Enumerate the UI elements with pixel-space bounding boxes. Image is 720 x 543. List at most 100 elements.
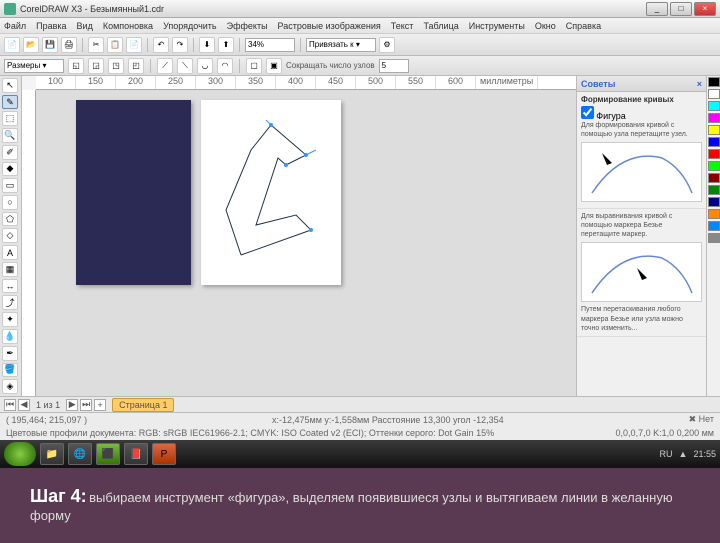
options-icon[interactable]: ⚙ (379, 37, 395, 53)
swatch[interactable] (708, 197, 720, 207)
polygon-tool-icon[interactable]: ⬠ (2, 212, 18, 227)
task-app-icon[interactable]: ⬛ (96, 443, 120, 465)
paste-icon[interactable]: 📄 (126, 37, 142, 53)
prop-icon[interactable]: ▢ (246, 58, 262, 74)
start-button[interactable] (4, 442, 36, 466)
minimize-button[interactable]: _ (646, 2, 668, 16)
swatch[interactable] (708, 161, 720, 171)
rectangle-tool-icon[interactable]: ▭ (2, 178, 18, 193)
separator (193, 38, 194, 52)
zoom-tool-icon[interactable]: 🔍 (2, 128, 18, 143)
close-button[interactable]: × (694, 2, 716, 16)
prop-icon[interactable]: ◳ (108, 58, 124, 74)
connector-tool-icon[interactable]: ⤴ (2, 295, 18, 310)
task-browser-icon[interactable]: 🌐 (68, 443, 92, 465)
task-explorer-icon[interactable]: 📁 (40, 443, 64, 465)
shape-tool-icon[interactable]: ✎ (2, 95, 18, 110)
crop-tool-icon[interactable]: ⬚ (2, 111, 18, 126)
outline-status: 0,0,0,7,0 K:1,0 0,200 мм (616, 428, 714, 438)
open-icon[interactable]: 📂 (23, 37, 39, 53)
prop-icon[interactable]: ◲ (88, 58, 104, 74)
prop-icon[interactable]: ⟋ (157, 58, 173, 74)
prop-icon[interactable]: ◠ (217, 58, 233, 74)
new-icon[interactable]: 📄 (4, 37, 20, 53)
save-icon[interactable]: 💾 (42, 37, 58, 53)
export-icon[interactable]: ⬆ (218, 37, 234, 53)
swatch[interactable] (708, 101, 720, 111)
tray-icon[interactable]: ▲ (679, 449, 688, 459)
prop-icon[interactable]: ◱ (68, 58, 84, 74)
outline-tool-icon[interactable]: ✒ (2, 346, 18, 361)
swatch[interactable] (708, 113, 720, 123)
eyedropper-tool-icon[interactable]: 💧 (2, 329, 18, 344)
task-app-icon[interactable]: 📕 (124, 443, 148, 465)
zoom-level[interactable]: 34% (245, 38, 295, 52)
pick-tool-icon[interactable]: ↖ (2, 78, 18, 93)
freehand-tool-icon[interactable]: ✐ (2, 145, 18, 160)
reduce-value[interactable]: 5 (379, 59, 409, 73)
swatch[interactable] (708, 149, 720, 159)
menu-edit[interactable]: Правка (36, 21, 66, 31)
prev-page-icon[interactable]: ◀ (18, 399, 30, 411)
add-page-icon[interactable]: + (94, 399, 106, 411)
task-ppt-icon[interactable]: P (152, 443, 176, 465)
menu-layout[interactable]: Компоновка (103, 21, 153, 31)
print-icon[interactable]: 🖨 (61, 37, 77, 53)
prop-icon[interactable]: ◰ (128, 58, 144, 74)
artboard-2[interactable] (201, 100, 341, 285)
cut-icon[interactable]: ✂ (88, 37, 104, 53)
swatch[interactable] (708, 209, 720, 219)
editable-curve[interactable] (216, 120, 326, 270)
effects-tool-icon[interactable]: ✦ (2, 312, 18, 327)
page-tab-1[interactable]: Страница 1 (112, 398, 174, 412)
swatch[interactable] (708, 185, 720, 195)
prop-icon[interactable]: ▣ (266, 58, 282, 74)
swatch[interactable] (708, 221, 720, 231)
text-tool-icon[interactable]: A (2, 245, 18, 260)
menu-help[interactable]: Справка (566, 21, 601, 31)
menu-text[interactable]: Текст (391, 21, 414, 31)
table-tool-icon[interactable]: ▦ (2, 262, 18, 277)
artboard-1[interactable] (76, 100, 191, 285)
undo-icon[interactable]: ↶ (153, 37, 169, 53)
lang-indicator[interactable]: RU (660, 449, 673, 459)
swatch[interactable] (708, 137, 720, 147)
menu-table[interactable]: Таблица (423, 21, 458, 31)
snap-dropdown[interactable]: Привязать к ▾ (306, 38, 376, 52)
fill-tool-icon[interactable]: 🪣 (2, 363, 18, 378)
menu-effects[interactable]: Эффекты (227, 21, 268, 31)
last-page-icon[interactable]: ⏭ (80, 399, 92, 411)
interactive-fill-icon[interactable]: ◈ (2, 379, 18, 394)
window-controls: _ □ × (646, 2, 716, 16)
menu-tools[interactable]: Инструменты (469, 21, 525, 31)
next-page-icon[interactable]: ▶ (66, 399, 78, 411)
swatch[interactable] (708, 125, 720, 135)
import-icon[interactable]: ⬇ (199, 37, 215, 53)
menu-window[interactable]: Окно (535, 21, 556, 31)
menu-bitmaps[interactable]: Растровые изображения (278, 21, 381, 31)
canvas[interactable] (36, 90, 576, 396)
hint-image-1 (581, 142, 702, 202)
menu-arrange[interactable]: Упорядочить (163, 21, 217, 31)
swatch-white[interactable] (708, 89, 720, 99)
docker-close-icon[interactable]: × (697, 79, 702, 89)
menu-file[interactable]: Файл (4, 21, 26, 31)
separator (239, 59, 240, 73)
prop-icon[interactable]: ◡ (197, 58, 213, 74)
swatch[interactable] (708, 173, 720, 183)
color-profile: Цветовые профили документа: RGB: sRGB IE… (6, 428, 494, 438)
copy-icon[interactable]: 📋 (107, 37, 123, 53)
ellipse-tool-icon[interactable]: ○ (2, 195, 18, 210)
redo-icon[interactable]: ↷ (172, 37, 188, 53)
dimension-tool-icon[interactable]: ↔ (2, 279, 18, 294)
prop-icon[interactable]: ⟍ (177, 58, 193, 74)
swatch-black[interactable] (708, 77, 720, 87)
smart-fill-icon[interactable]: ◆ (2, 162, 18, 177)
shape-checkbox[interactable] (581, 106, 594, 119)
swatch[interactable] (708, 233, 720, 243)
maximize-button[interactable]: □ (670, 2, 692, 16)
menu-view[interactable]: Вид (77, 21, 93, 31)
first-page-icon[interactable]: ⏮ (4, 399, 16, 411)
basic-shapes-icon[interactable]: ◇ (2, 228, 18, 243)
preset-dropdown[interactable]: Размеры ▾ (4, 59, 64, 73)
